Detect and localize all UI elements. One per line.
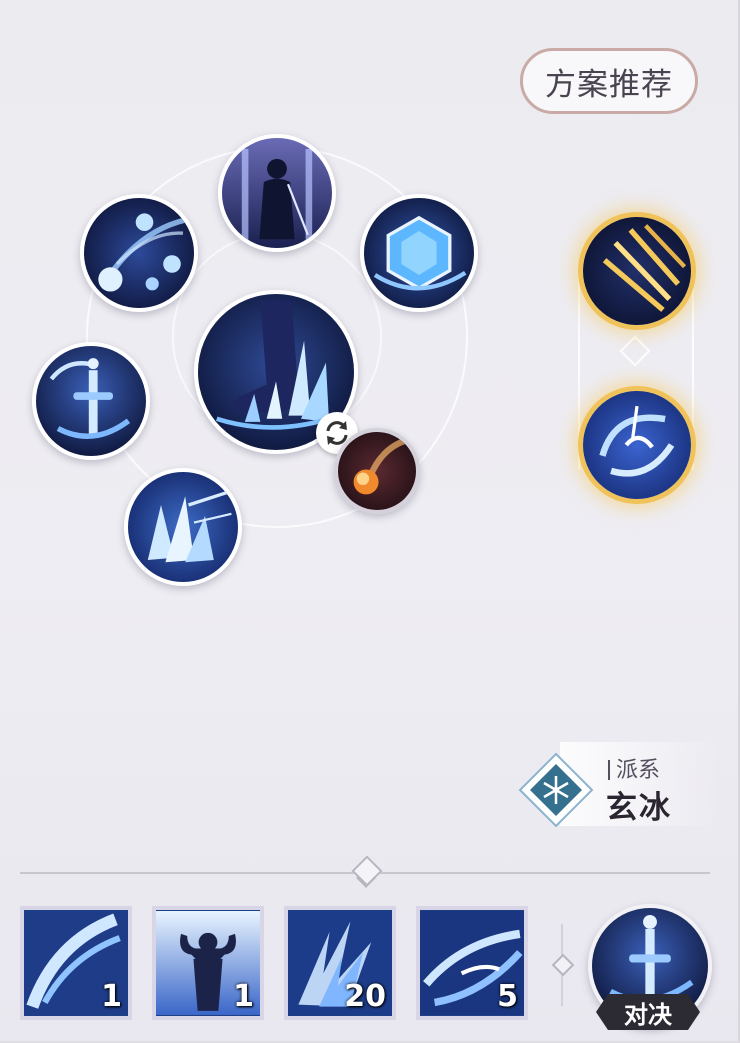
meteor-icon	[338, 432, 416, 510]
swordsman-portrait-icon	[222, 138, 332, 248]
ice-sword-icon	[36, 346, 146, 456]
skill-meteor[interactable]	[334, 428, 420, 514]
golden-blades-icon	[583, 217, 691, 325]
item-tile-ice-slash[interactable]: 1	[20, 906, 132, 1020]
recommend-plan-label: 方案推荐	[545, 66, 673, 103]
duel-badge: 对决	[596, 994, 700, 1030]
panel-frame	[0, 0, 740, 1043]
item-tile-whirlwind[interactable]: 5	[416, 906, 528, 1020]
faction-label: 派系	[608, 752, 660, 784]
faction-emblem	[518, 752, 594, 828]
skill-ice-crystal[interactable]	[360, 194, 478, 312]
skill-triple-orb[interactable]	[80, 194, 198, 312]
ice-crystal-icon	[364, 198, 474, 308]
frost-vortex-icon	[583, 391, 691, 499]
faction-name: 玄冰	[606, 790, 672, 826]
item-tile-strongman[interactable]: 1	[152, 906, 264, 1020]
skill-ice-sword[interactable]	[32, 342, 150, 460]
recommend-plan-button[interactable]: 方案推荐	[520, 48, 698, 114]
item-count: 1	[101, 979, 122, 1014]
skill-swordsman[interactable]	[218, 134, 336, 252]
skill-ice-shards[interactable]	[124, 468, 242, 586]
item-count: 1	[233, 979, 254, 1014]
item-count: 20	[344, 979, 386, 1014]
item-tile-ice-spikes[interactable]: 20	[284, 906, 396, 1020]
ice-shards-icon	[128, 472, 238, 582]
triple-orb-icon	[84, 198, 194, 308]
item-count: 5	[497, 979, 518, 1014]
side-skill-golden-blades[interactable]	[578, 212, 696, 330]
side-skill-frost-vortex[interactable]	[578, 386, 696, 504]
duel-label: 对决	[624, 1000, 672, 1029]
snowflake-icon	[518, 752, 594, 828]
